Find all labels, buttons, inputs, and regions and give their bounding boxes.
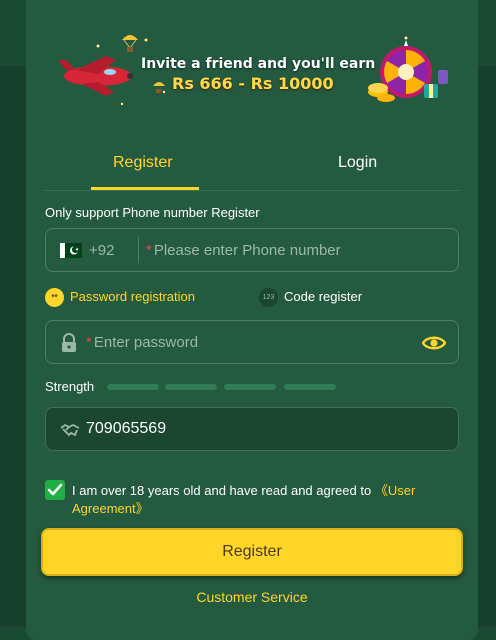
register-button[interactable]: Register (41, 528, 463, 576)
field-divider (138, 237, 139, 263)
active-tab-indicator (91, 187, 199, 190)
banner-reward-range: Rs 666 - Rs 10000 (172, 74, 334, 93)
password-mode-icon[interactable]: ** (45, 288, 64, 307)
password-placeholder: Enter password (93, 334, 199, 351)
password-registration-option[interactable]: Password registration (70, 289, 195, 304)
phone-placeholder: Please enter Phone number (153, 242, 341, 259)
password-strength-meter: Strength (45, 379, 459, 395)
register-panel: Invite a friend and you'll earn Rs 666 -… (26, 0, 478, 640)
tab-register[interactable]: Register (113, 154, 173, 172)
checkmark-icon (47, 483, 63, 496)
strength-segment (165, 384, 217, 390)
required-mark: * (146, 242, 152, 259)
parachute-icon (122, 35, 138, 52)
agreement-statement: I am over 18 years old and have read and… (72, 483, 372, 498)
tab-login[interactable]: Login (338, 154, 377, 172)
phone-only-notice: Only support Phone number Register (45, 205, 260, 220)
airplane-icon (58, 56, 133, 96)
code-register-option[interactable]: Code register (284, 289, 362, 304)
customer-service-link[interactable]: Customer Service (26, 589, 478, 605)
password-input[interactable]: * Enter password (86, 334, 198, 351)
invite-code-field[interactable]: 709065569 (45, 407, 459, 451)
registration-mode-selector: ** Password registration 123 Code regist… (45, 287, 459, 309)
agreement-row: I am over 18 years old and have read and… (45, 480, 459, 520)
promo-banner[interactable]: Invite a friend and you'll earn Rs 666 -… (26, 0, 478, 118)
country-code[interactable]: +92 (89, 242, 114, 259)
phone-input[interactable]: * Please enter Phone number (146, 242, 341, 259)
code-mode-icon[interactable]: 123 (259, 288, 278, 307)
pakistan-flag-icon[interactable] (60, 243, 82, 258)
invite-code-value[interactable]: 709065569 (86, 420, 166, 438)
agreement-text: I am over 18 years old and have read and… (72, 482, 462, 518)
handshake-icon (60, 423, 80, 437)
strength-label: Strength (45, 379, 95, 394)
agreement-checkbox[interactable] (45, 480, 65, 500)
password-field[interactable]: * Enter password (45, 320, 459, 364)
phone-field[interactable]: +92 * Please enter Phone number (45, 228, 459, 272)
strength-segment (284, 384, 336, 390)
lock-icon (62, 333, 76, 352)
strength-segment (224, 384, 276, 390)
eye-icon[interactable] (422, 333, 446, 353)
banner-headline: Invite a friend and you'll earn (141, 56, 376, 72)
strength-segment (107, 384, 159, 390)
auth-tabs: Register Login (45, 148, 459, 191)
required-mark: * (86, 334, 92, 351)
